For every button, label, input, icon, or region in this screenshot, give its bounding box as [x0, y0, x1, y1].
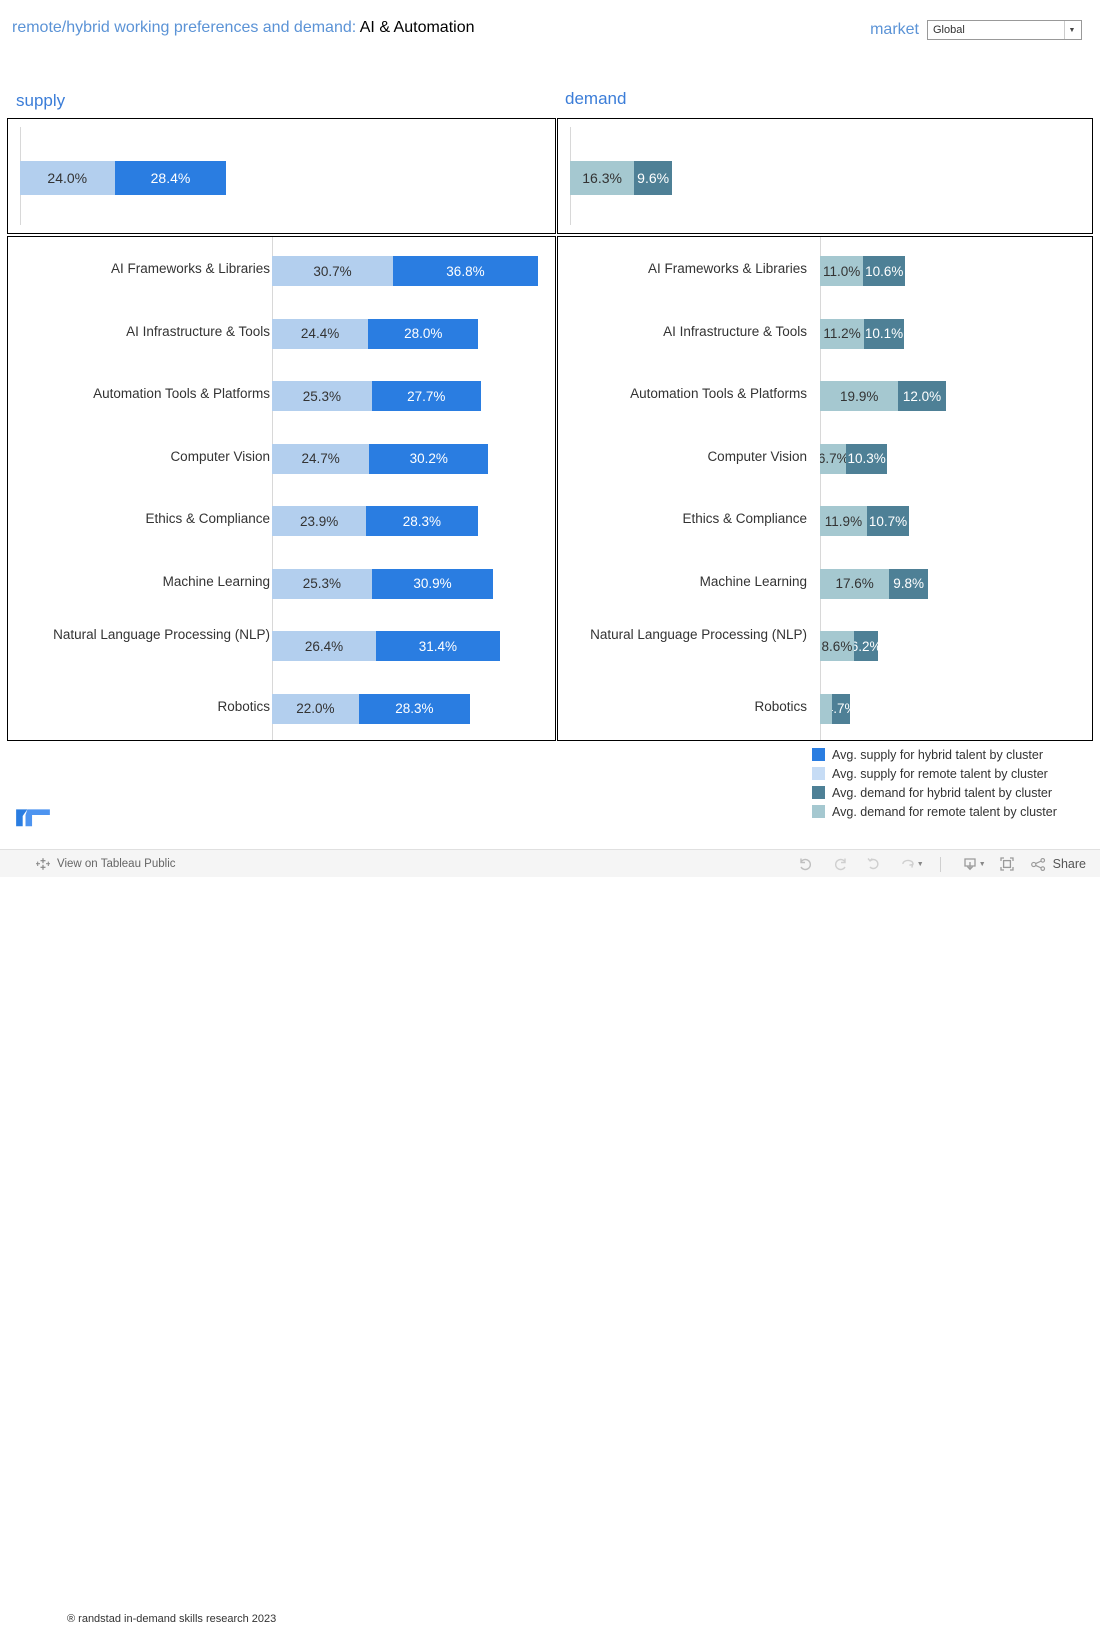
- cluster-label: Natural Language Processing (NLP): [590, 627, 807, 642]
- market-select[interactable]: Global ▼: [927, 20, 1082, 40]
- market-select-value: Global: [933, 24, 965, 36]
- hybrid-bar-segment[interactable]: 28.3%: [366, 506, 478, 536]
- remote-bar-segment[interactable]: 24.4%: [272, 318, 369, 349]
- cluster-label: Natural Language Processing (NLP): [53, 627, 270, 642]
- cluster-label: Computer Vision: [707, 448, 807, 464]
- fullscreen-button[interactable]: [990, 850, 1024, 878]
- legend-swatch-icon: [812, 748, 825, 761]
- demand-summary-chart: 16.3% 9.6%: [557, 118, 1093, 234]
- remote-bar-segment[interactable]: [820, 693, 832, 724]
- cluster-label: Automation Tools & Platforms: [93, 386, 270, 401]
- cluster-label: Robotics: [754, 698, 807, 714]
- remote-bar-segment[interactable]: 11.0%: [820, 256, 864, 286]
- hybrid-bar-segment[interactable]: 27.7%: [371, 381, 481, 411]
- remote-bar-segment[interactable]: 25.3%: [272, 381, 372, 411]
- revert-button[interactable]: [857, 850, 891, 878]
- page-title-subject: AI & Automation: [359, 19, 475, 36]
- refresh-dropdown-icon[interactable]: ▼: [917, 861, 924, 868]
- hybrid-bar-segment[interactable]: 36.8%: [392, 256, 538, 286]
- cluster-label: AI Infrastructure & Tools: [126, 323, 270, 339]
- share-icon: [1030, 857, 1045, 871]
- cluster-label: Machine Learning: [699, 573, 807, 589]
- undo-button[interactable]: [789, 850, 823, 878]
- legend-item[interactable]: Avg. supply for hybrid talent by cluster: [812, 745, 1057, 764]
- hybrid-bar-segment[interactable]: 6.2%: [853, 631, 879, 661]
- dashboard-footer: ® randstad in-demand skills research 202…: [0, 795, 1100, 1625]
- remote-bar-segment[interactable]: 25.3%: [272, 568, 372, 599]
- hybrid-bar-segment[interactable]: 10.3%: [846, 443, 887, 474]
- remote-bar-segment[interactable]: 11.9%: [820, 506, 867, 536]
- cluster-label: AI Frameworks & Libraries: [647, 261, 807, 276]
- tableau-link-label: View on Tableau Public: [57, 858, 176, 870]
- legend-label: Avg. supply for remote talent by cluster: [832, 766, 1048, 781]
- hybrid-bar-segment[interactable]: 30.2%: [369, 443, 489, 474]
- randstad-logo-icon: [16, 809, 50, 827]
- supply-chart-axis: [272, 237, 273, 740]
- remote-bar-segment[interactable]: 8.6%: [820, 631, 854, 661]
- remote-bar-segment[interactable]: 17.6%: [820, 568, 890, 599]
- supply-panel-title: supply: [16, 91, 66, 110]
- chevron-down-icon[interactable]: ▼: [1064, 21, 1079, 39]
- hybrid-bar-segment[interactable]: 10.1%: [864, 318, 904, 349]
- hybrid-bar-segment[interactable]: 31.4%: [376, 631, 500, 661]
- share-button[interactable]: Share: [1024, 856, 1086, 873]
- legend-swatch-icon: [812, 767, 825, 780]
- cluster-label: AI Infrastructure & Tools: [663, 323, 807, 339]
- hybrid-bar-segment[interactable]: 10.7%: [866, 506, 910, 536]
- cluster-label: Ethics & Compliance: [145, 511, 270, 526]
- demand-chart-axis: [820, 237, 821, 740]
- cluster-label: Machine Learning: [162, 573, 270, 589]
- download-dropdown-icon[interactable]: ▼: [979, 861, 986, 868]
- market-filter-label: market: [870, 21, 919, 38]
- view-on-tableau-public-link[interactable]: View on Tableau Public: [36, 850, 176, 878]
- cluster-label: AI Frameworks & Libraries: [110, 261, 270, 276]
- remote-bar-segment[interactable]: 6.7%: [820, 443, 847, 474]
- supply-summary-chart: 24.0% 28.4%: [7, 118, 556, 234]
- remote-bar-segment[interactable]: 22.0%: [272, 693, 359, 724]
- summary-hybrid-segment[interactable]: 9.6%: [634, 161, 673, 195]
- page-title: remote/hybrid working preferences and de…: [12, 19, 474, 37]
- toolbar-divider: [939, 856, 941, 872]
- share-label: Share: [1052, 857, 1086, 871]
- cluster-label: Robotics: [217, 698, 270, 714]
- demand-cluster-chart: AI Frameworks & Libraries 11.0% 10.6% AI In…: [557, 236, 1093, 741]
- hybrid-bar-segment[interactable]: 30.9%: [371, 568, 494, 599]
- hybrid-bar-segment[interactable]: 9.8%: [889, 568, 928, 599]
- remote-bar-segment[interactable]: 26.4%: [272, 631, 377, 661]
- remote-bar-segment[interactable]: 23.9%: [272, 506, 367, 536]
- supply-cluster-chart: AI Frameworks & Libraries 30.7% 36.8% AI In…: [7, 236, 556, 741]
- dashboard-page: remote/hybrid working preferences and de…: [0, 0, 1100, 1625]
- hybrid-bar-segment[interactable]: 4.7%: [831, 693, 851, 724]
- remote-bar-segment[interactable]: 19.9%: [820, 381, 899, 411]
- legend-label: Avg. supply for hybrid talent by cluster: [832, 747, 1043, 762]
- tableau-toolbar: View on Tableau Public ▼ ▼ Share: [0, 849, 1100, 877]
- tableau-icon: [36, 858, 50, 870]
- hybrid-bar-segment[interactable]: 12.0%: [898, 381, 946, 411]
- summary-remote-segment[interactable]: 24.0%: [20, 161, 115, 195]
- legend-item[interactable]: Avg. supply for remote talent by cluster: [812, 764, 1057, 783]
- cluster-label: Ethics & Compliance: [682, 511, 807, 526]
- summary-remote-segment[interactable]: 16.3%: [570, 161, 635, 195]
- cluster-label: Automation Tools & Platforms: [630, 386, 807, 401]
- cluster-label: Computer Vision: [170, 448, 270, 464]
- hybrid-bar-segment[interactable]: 28.3%: [358, 693, 471, 724]
- hybrid-bar-segment[interactable]: 28.0%: [368, 318, 479, 349]
- summary-hybrid-segment[interactable]: 28.4%: [114, 161, 227, 195]
- market-filter: market Global ▼: [870, 20, 1082, 40]
- hybrid-bar-segment[interactable]: 10.6%: [863, 256, 906, 286]
- dashboard-header: remote/hybrid working preferences and de…: [0, 0, 1100, 60]
- copyright-text: ® randstad in-demand skills research 202…: [67, 1613, 277, 1625]
- demand-panel-title: demand: [565, 89, 627, 108]
- remote-bar-segment[interactable]: 11.2%: [820, 318, 865, 349]
- redo-button[interactable]: [823, 850, 857, 878]
- remote-bar-segment[interactable]: 30.7%: [272, 256, 393, 286]
- toolbar-actions: ▼ ▼ Share: [789, 850, 1086, 878]
- remote-bar-segment[interactable]: 24.7%: [272, 443, 370, 474]
- page-title-prefix: remote/hybrid working preferences and de…: [12, 19, 357, 36]
